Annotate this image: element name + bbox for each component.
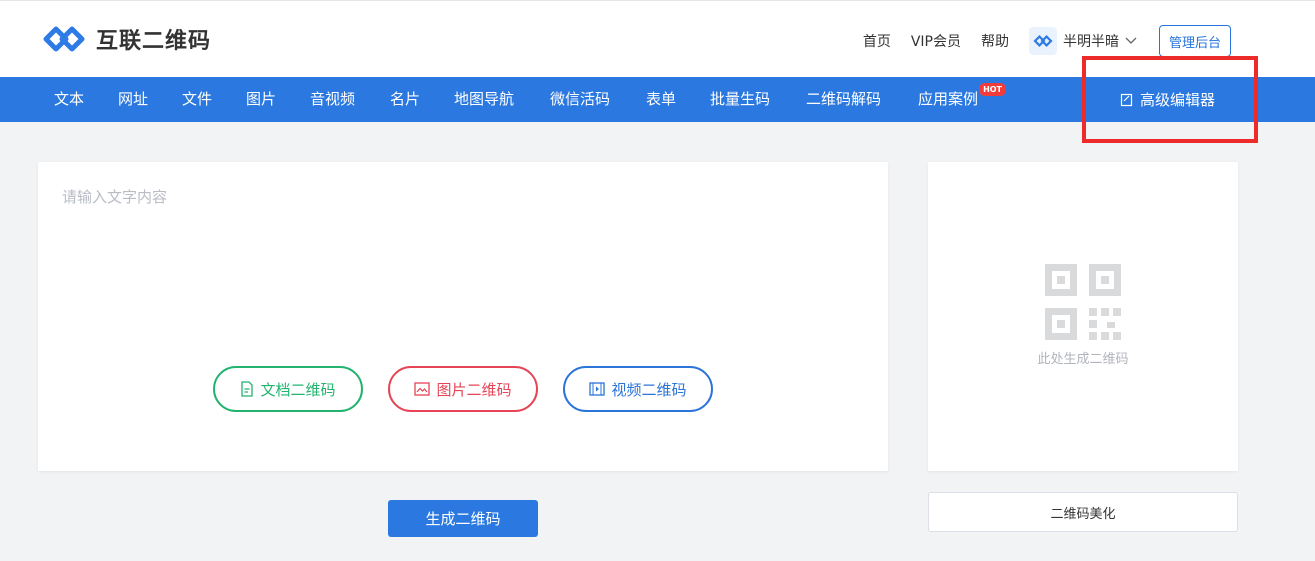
- link-help[interactable]: 帮助: [981, 31, 1009, 51]
- nav-image[interactable]: 图片: [246, 77, 276, 122]
- nav-text[interactable]: 文本: [54, 77, 84, 122]
- nav-wechat-live-code[interactable]: 微信活码: [550, 77, 610, 122]
- qr-code-icon: [1045, 264, 1121, 340]
- brand-name: 互联二维码: [96, 29, 212, 54]
- doc-qr-button[interactable]: 文档二维码: [213, 366, 363, 412]
- generate-qr-button[interactable]: 生成二维码: [388, 500, 538, 537]
- nav-form[interactable]: 表单: [646, 77, 676, 122]
- hot-badge: HOT: [979, 83, 1007, 96]
- text-content-input[interactable]: [38, 162, 888, 352]
- link-vip[interactable]: VIP会员: [911, 31, 961, 51]
- content-editor-panel: 文档二维码 图片二维码 视频二维码: [38, 162, 888, 471]
- top-links: 首页 VIP会员 帮助 半明半暗 管理后台: [863, 25, 1231, 57]
- image-qr-button[interactable]: 图片二维码: [388, 366, 538, 412]
- nav-url[interactable]: 网址: [118, 77, 148, 122]
- nav-cases[interactable]: 应用案例 HOT: [918, 77, 1007, 122]
- qr-placeholder-text: 此处生成二维码: [1037, 352, 1129, 367]
- beautify-qr-button[interactable]: 二维码美化: [928, 492, 1238, 532]
- nav-map[interactable]: 地图导航: [454, 77, 514, 122]
- nav-decode[interactable]: 二维码解码: [806, 77, 881, 122]
- document-icon: [241, 381, 254, 397]
- avatar: [1028, 27, 1057, 55]
- brand-logo[interactable]: 互联二维码: [40, 21, 211, 57]
- video-icon: [589, 382, 606, 396]
- video-qr-button[interactable]: 视频二维码: [563, 366, 713, 412]
- admin-console-button[interactable]: 管理后台: [1158, 25, 1231, 57]
- logo-icon: [43, 26, 85, 52]
- qr-preview-panel: 此处生成二维码: [928, 162, 1238, 471]
- user-menu[interactable]: 半明半暗: [1028, 27, 1137, 55]
- nav-cases-label: 应用案例: [918, 90, 979, 108]
- chevron-down-icon: [1125, 37, 1137, 44]
- user-name: 半明半暗: [1062, 34, 1119, 50]
- nav-business-card[interactable]: 名片: [390, 77, 420, 122]
- image-icon: [414, 382, 431, 396]
- video-qr-label: 视频二维码: [611, 380, 687, 399]
- image-qr-label: 图片二维码: [436, 380, 512, 399]
- nav-file[interactable]: 文件: [182, 77, 212, 122]
- avatar-logo-icon: [1033, 34, 1053, 48]
- nav-audio-video[interactable]: 音视频: [310, 77, 355, 122]
- link-home[interactable]: 首页: [863, 31, 891, 51]
- nav-batch[interactable]: 批量生码: [710, 77, 770, 122]
- highlight-annotation: [1082, 56, 1258, 143]
- doc-qr-label: 文档二维码: [260, 380, 336, 399]
